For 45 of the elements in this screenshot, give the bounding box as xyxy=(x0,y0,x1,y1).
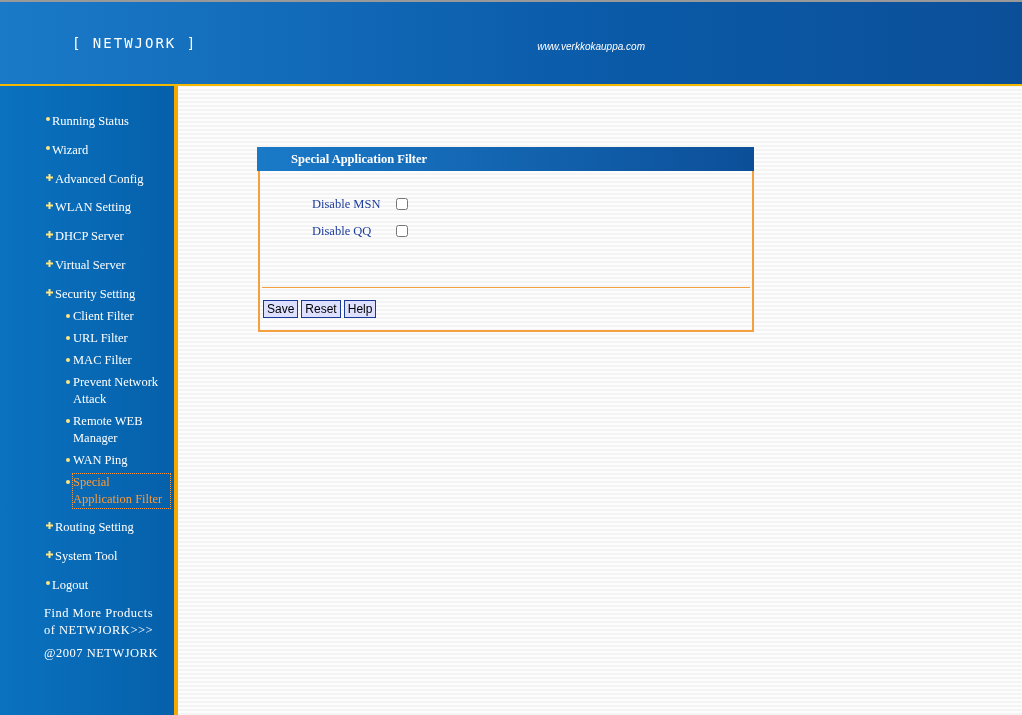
bullet-icon xyxy=(66,480,70,485)
menu-item[interactable]: Logout xyxy=(52,575,89,595)
menu-item[interactable]: Security Setting xyxy=(55,284,136,304)
bullet-icon xyxy=(66,314,70,319)
plus-icon xyxy=(46,173,53,181)
menu-item[interactable]: Running Status xyxy=(52,112,129,131)
menu-item[interactable]: Routing Setting xyxy=(55,518,134,537)
bullet-icon xyxy=(66,358,70,363)
menu-item[interactable]: DHCP Server xyxy=(55,227,124,246)
menu-item[interactable]: Virtual Server xyxy=(55,255,126,275)
menu-item[interactable]: Advanced Config xyxy=(55,169,144,189)
submenu-item[interactable]: Client Filter xyxy=(73,308,134,326)
submenu-item[interactable]: Prevent Network Attack xyxy=(73,374,170,409)
submenu-item[interactable]: Remote WEB Manager xyxy=(73,413,170,448)
menu-item[interactable]: Wizard xyxy=(52,140,89,160)
submenu-item[interactable]: URL Filter xyxy=(73,330,128,348)
form-button[interactable]: Reset xyxy=(301,299,341,318)
plus-icon xyxy=(46,231,53,238)
option-label: Disable MSN xyxy=(312,196,382,213)
plus-icon xyxy=(46,202,53,210)
form-button[interactable]: Help xyxy=(343,299,377,318)
plus-icon xyxy=(46,551,53,558)
menu-item[interactable]: WLAN Setting xyxy=(55,198,132,217)
bullet-icon xyxy=(66,336,70,341)
submenu-item[interactable]: WAN Ping xyxy=(73,452,128,470)
bullet-icon xyxy=(46,580,50,585)
bullet-icon xyxy=(66,419,70,424)
website-url: www.verkkokauppa.com xyxy=(537,39,645,54)
checkbox[interactable] xyxy=(396,225,408,238)
bullet-icon xyxy=(66,380,70,385)
plus-icon xyxy=(46,288,53,296)
logo: [ NETWJORK ] xyxy=(72,33,198,53)
bullet-icon xyxy=(66,458,70,463)
plus-icon xyxy=(46,522,53,530)
plus-icon xyxy=(46,259,53,267)
products-link[interactable]: Find More Products of NETWJORK>>> xyxy=(44,604,164,639)
panel-header: Special Application Filter xyxy=(257,147,754,171)
submenu-item[interactable]: MAC Filter xyxy=(73,352,132,370)
checkbox[interactable] xyxy=(396,198,408,211)
option-label: Disable QQ xyxy=(312,222,373,240)
menu-item[interactable]: System Tool xyxy=(55,547,118,566)
bullet-icon xyxy=(46,145,50,150)
copyright-text: @2007 NETWJORK xyxy=(44,644,159,662)
bullet-icon xyxy=(46,117,50,121)
form-button[interactable]: Save xyxy=(263,299,299,318)
